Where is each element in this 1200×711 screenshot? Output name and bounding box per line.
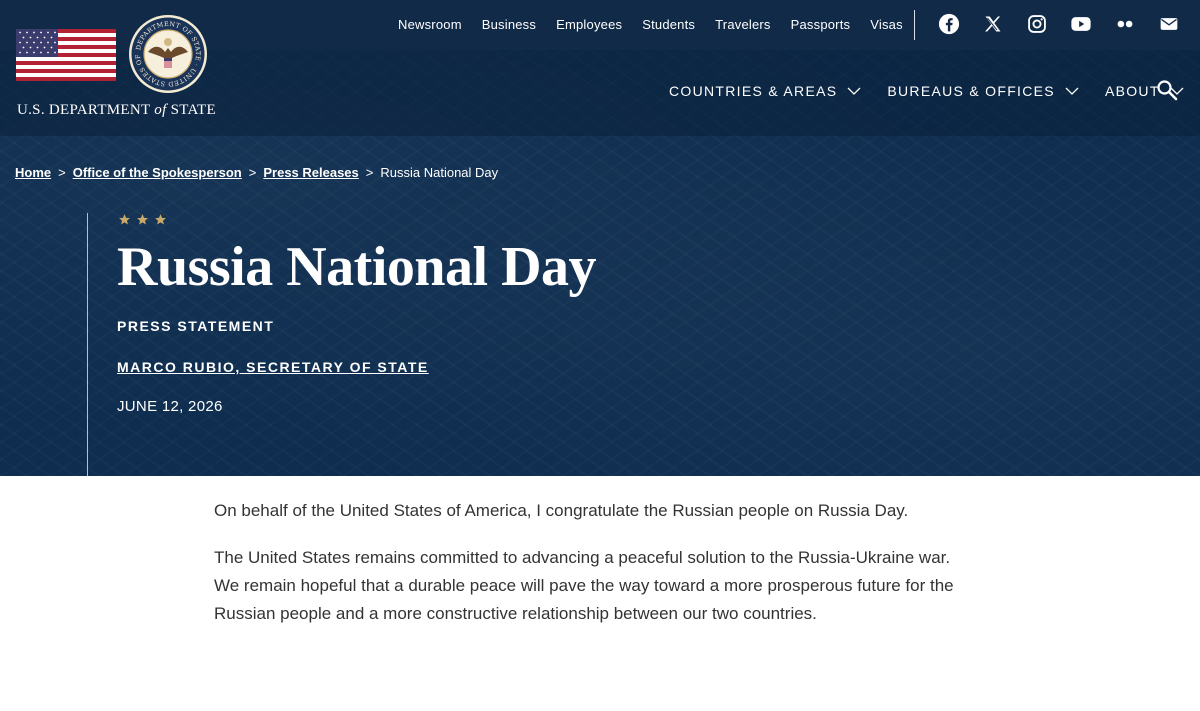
utility-link-passports[interactable]: Passports [791,17,851,32]
utility-divider [914,10,915,40]
logo-connector: of [154,102,167,118]
stars-decoration [118,213,172,226]
breadcrumb-press-releases[interactable]: Press Releases [263,165,358,180]
utility-nav: Newsroom Business Employees Students Tra… [388,0,913,48]
site-logo[interactable]: DEPARTMENT OF STATE · UNITED STATES OF A… [16,14,216,122]
utility-link-students[interactable]: Students [642,17,695,32]
article-body: On behalf of the United States of Americ… [214,497,974,647]
nav-countries-areas[interactable]: COUNTRIES & AREAS [669,83,861,99]
breadcrumb-separator: > [365,165,374,180]
flickr-icon[interactable] [1112,11,1138,37]
star-icon [155,214,166,225]
hero-divider-line [87,213,88,476]
publish-date: JUNE 12, 2026 [117,398,223,415]
instagram-icon[interactable] [1024,11,1050,37]
breadcrumb-separator: > [58,165,66,180]
article-paragraph: The United States remains committed to a… [214,548,954,623]
breadcrumb-separator: > [248,165,257,180]
breadcrumb-home[interactable]: Home [15,165,51,180]
utility-link-newsroom[interactable]: Newsroom [398,17,462,32]
breadcrumb-spokesperson[interactable]: Office of the Spokesperson [73,165,242,180]
author-link[interactable]: MARCO RUBIO, SECRETARY OF STATE [117,359,429,375]
main-nav: COUNTRIES & AREAS BUREAUS & OFFICES ABOU… [669,80,1184,102]
nav-about-label: ABOUT [1104,83,1160,99]
star-icon [137,214,148,225]
utility-link-business[interactable]: Business [482,17,536,32]
document-type: PRESS STATEMENT [117,318,275,334]
chevron-down-icon [1065,87,1079,95]
utility-link-employees[interactable]: Employees [556,17,622,32]
logo-wordmark: U.S. DEPARTMENT of STATE [17,102,216,119]
nav-bureaus-label: BUREAUS & OFFICES [887,83,1055,99]
star-icon [119,214,130,225]
nav-bureaus-offices[interactable]: BUREAUS & OFFICES [887,83,1079,99]
chevron-down-icon [847,87,861,95]
article-paragraph: On behalf of the United States of Americ… [214,501,909,520]
facebook-icon[interactable] [936,11,962,37]
logo-prefix: U.S. DEPARTMENT [17,102,151,118]
search-icon[interactable] [1156,79,1178,101]
x-icon[interactable] [980,11,1006,37]
logo-suffix: STATE [170,102,216,118]
nav-countries-label: COUNTRIES & AREAS [669,83,838,99]
youtube-icon[interactable] [1068,11,1094,37]
utility-link-travelers[interactable]: Travelers [715,17,771,32]
department-seal-icon: DEPARTMENT OF STATE · UNITED STATES OF A… [128,14,207,93]
us-flag-icon [16,29,116,81]
email-icon[interactable] [1156,11,1182,37]
utility-link-visas[interactable]: Visas [870,17,903,32]
breadcrumb: Home > Office of the Spokesperson > Pres… [15,165,498,180]
breadcrumb-current: Russia National Day [380,165,499,180]
social-links [936,11,1182,37]
page-title: Russia National Day [117,236,597,298]
